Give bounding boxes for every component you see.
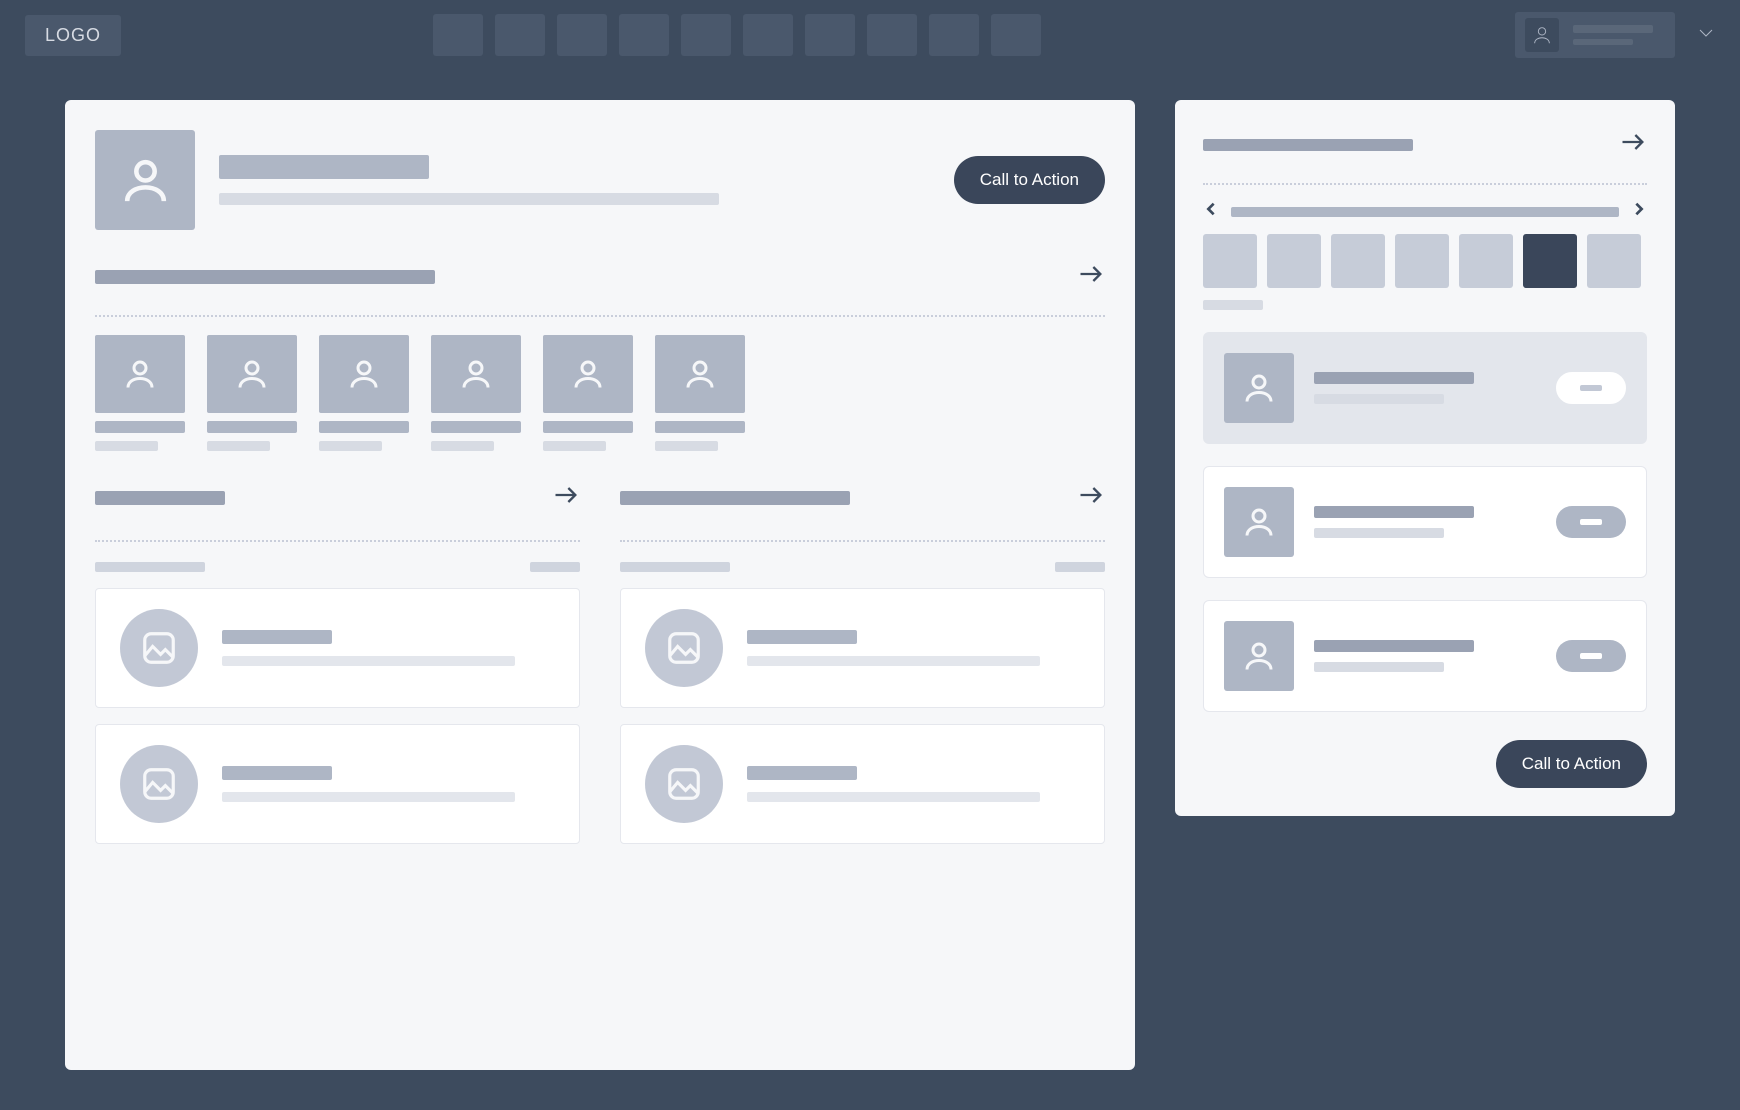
person-icon	[319, 335, 409, 413]
day-cell[interactable]	[1331, 234, 1385, 288]
section-title	[620, 491, 850, 505]
event-action-button[interactable]	[1556, 640, 1626, 672]
person-card[interactable]	[431, 335, 521, 451]
people-section	[95, 260, 1105, 451]
section-title	[95, 270, 435, 284]
chevron-right-icon[interactable]	[1631, 201, 1647, 222]
person-icon	[1224, 353, 1294, 423]
hero-cta-button[interactable]: Call to Action	[954, 156, 1105, 204]
section-title	[95, 491, 225, 505]
event-action-button[interactable]	[1556, 372, 1626, 404]
section-a	[95, 481, 580, 844]
person-icon	[95, 130, 195, 230]
day-cell-selected[interactable]	[1523, 234, 1577, 288]
nav-item[interactable]	[557, 14, 607, 56]
top-nav	[433, 14, 1041, 56]
side-cta-button[interactable]: Call to Action	[1496, 740, 1647, 788]
event-card[interactable]	[1203, 466, 1647, 578]
day-cell[interactable]	[1267, 234, 1321, 288]
person-icon	[655, 335, 745, 413]
person-card[interactable]	[543, 335, 633, 451]
person-icon	[543, 335, 633, 413]
nav-item[interactable]	[743, 14, 793, 56]
nav-item[interactable]	[991, 14, 1041, 56]
arrow-right-icon[interactable]	[1077, 481, 1105, 514]
arrow-right-icon[interactable]	[552, 481, 580, 514]
nav-item[interactable]	[929, 14, 979, 56]
nav-item[interactable]	[433, 14, 483, 56]
arrow-right-icon[interactable]	[1077, 260, 1105, 293]
side-title	[1203, 139, 1413, 151]
person-icon	[1224, 487, 1294, 557]
calendar-month	[1231, 207, 1619, 217]
event-action-button[interactable]	[1556, 506, 1626, 538]
user-menu[interactable]	[1515, 12, 1675, 58]
person-icon	[1525, 18, 1559, 52]
image-icon	[645, 609, 723, 687]
calendar-nav	[1203, 201, 1647, 222]
person-icon	[207, 335, 297, 413]
content-card[interactable]	[620, 588, 1105, 708]
person-card[interactable]	[207, 335, 297, 451]
hero-title	[219, 155, 429, 179]
hero: Call to Action	[95, 130, 1105, 230]
nav-item[interactable]	[805, 14, 855, 56]
event-card[interactable]	[1203, 600, 1647, 712]
event-card-active[interactable]	[1203, 332, 1647, 444]
person-icon	[431, 335, 521, 413]
hero-subtitle	[219, 193, 719, 205]
side-panel: Call to Action	[1175, 100, 1675, 816]
chevron-down-icon[interactable]	[1697, 24, 1715, 47]
image-icon	[120, 745, 198, 823]
content-card[interactable]	[95, 588, 580, 708]
content-card[interactable]	[95, 724, 580, 844]
nav-item[interactable]	[619, 14, 669, 56]
day-cell[interactable]	[1587, 234, 1641, 288]
day-row	[1203, 234, 1647, 288]
arrow-right-icon[interactable]	[1619, 128, 1647, 161]
person-icon	[1224, 621, 1294, 691]
nav-item[interactable]	[867, 14, 917, 56]
chevron-left-icon[interactable]	[1203, 201, 1219, 222]
person-card[interactable]	[655, 335, 745, 451]
day-label	[1203, 300, 1263, 310]
person-icon	[95, 335, 185, 413]
day-cell[interactable]	[1395, 234, 1449, 288]
day-cell[interactable]	[1459, 234, 1513, 288]
topbar: LOGO	[0, 0, 1740, 70]
main-panel: Call to Action	[65, 100, 1135, 1070]
nav-item[interactable]	[681, 14, 731, 56]
image-icon	[645, 745, 723, 823]
two-column-sections	[95, 481, 1105, 844]
day-cell[interactable]	[1203, 234, 1257, 288]
person-card[interactable]	[95, 335, 185, 451]
person-card[interactable]	[319, 335, 409, 451]
image-icon	[120, 609, 198, 687]
section-b	[620, 481, 1105, 844]
logo[interactable]: LOGO	[25, 15, 121, 56]
nav-item[interactable]	[495, 14, 545, 56]
content-card[interactable]	[620, 724, 1105, 844]
